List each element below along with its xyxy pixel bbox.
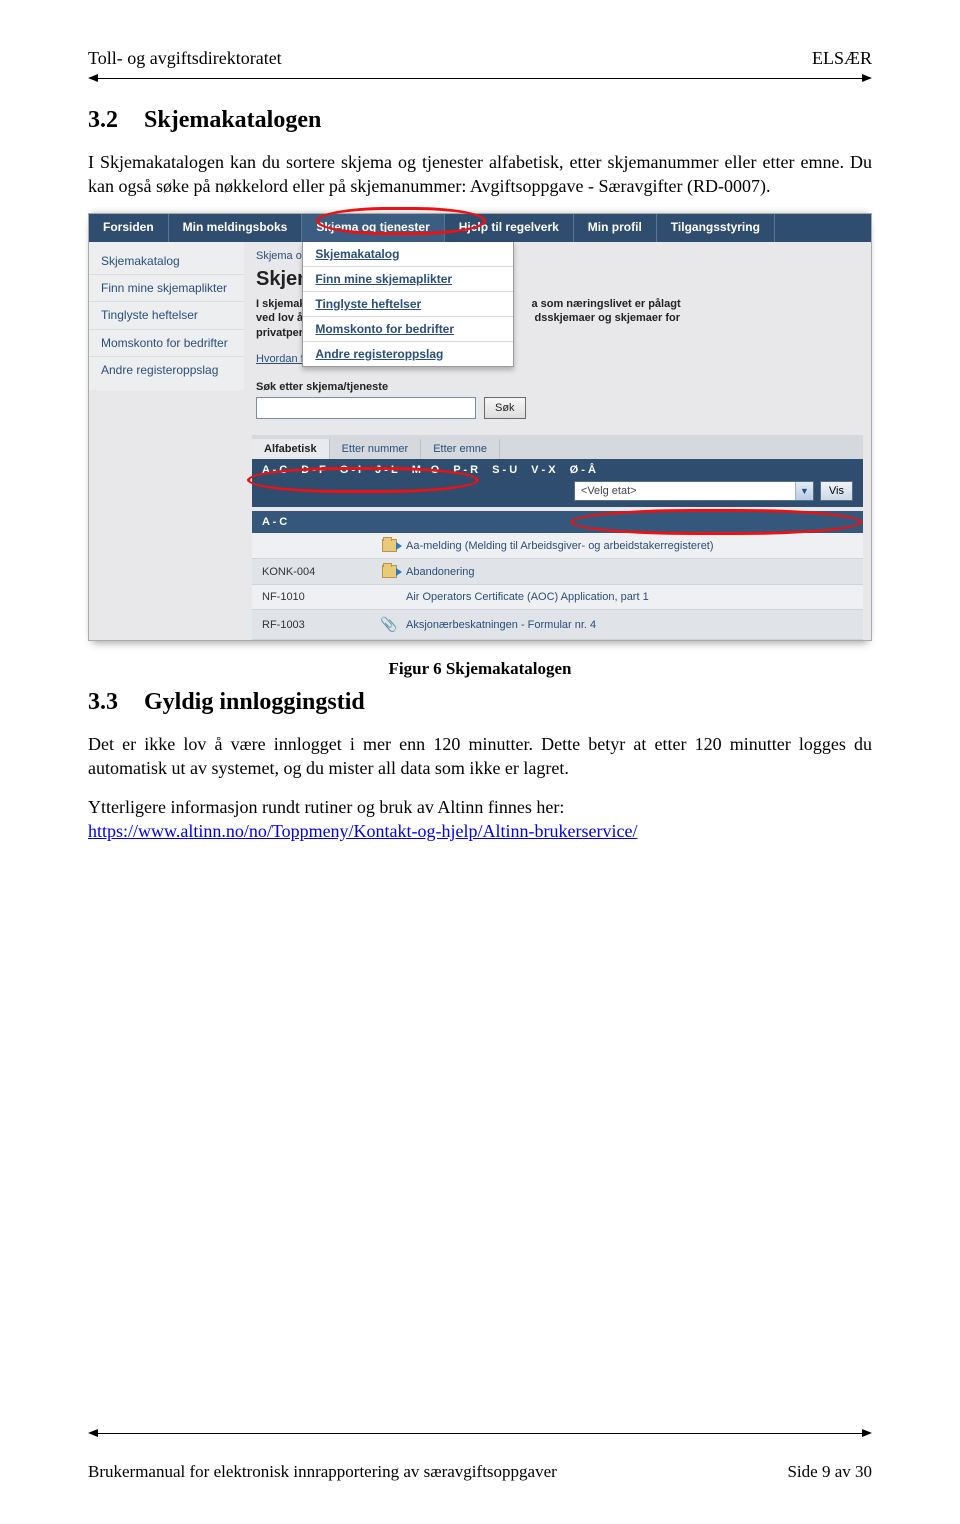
heading-title: Skjemakatalogen (144, 107, 321, 133)
heading-title: Gyldig innloggingstid (144, 689, 365, 715)
section-3-3-paragraph-1: Det er ikke lov å være innlogget i mer e… (88, 732, 872, 781)
sidebar-skjemakatalog[interactable]: Skjemakatalog (89, 248, 244, 275)
letter-df[interactable]: D - F (301, 464, 325, 476)
nav-forsiden[interactable]: Forsiden (89, 214, 169, 242)
nav-meldingsboks[interactable]: Min meldingsboks (169, 214, 303, 242)
heading-3-3: 3.3Gyldig innloggingstid (88, 689, 872, 716)
dropdown-tinglyste[interactable]: Tinglyste heftelser (303, 292, 513, 317)
section-3-3-paragraph-2: Ytterligere informasjon rundt rutiner og… (88, 795, 872, 819)
figure-caption: Figur 6 Skjemakatalogen (88, 659, 872, 679)
sidebar-andre[interactable]: Andre registeroppslag (89, 357, 244, 383)
letter-oa[interactable]: Ø - Å (570, 464, 596, 476)
folder-out-icon (372, 565, 406, 578)
row-code: NF-1010 (262, 591, 372, 603)
tab-etter-emne[interactable]: Etter emne (421, 439, 500, 459)
nav-hjelp[interactable]: Hjelp til regelverk (445, 214, 574, 242)
sidebar: Skjemakatalog Finn mine skjemaplikter Ti… (89, 242, 244, 390)
footer-rule (88, 1426, 872, 1440)
etat-select[interactable]: <Velg etat> ▼ (574, 481, 814, 501)
nav-skjema-label: Skjema og tjenester (316, 220, 429, 234)
table-row[interactable]: Aa-melding (Melding til Arbeidsgiver- og… (252, 533, 863, 559)
nav-tilgang[interactable]: Tilgangsstyring (657, 214, 775, 242)
row-desc: Aa-melding (Melding til Arbeidsgiver- og… (406, 540, 853, 552)
folder-out-icon (372, 539, 406, 552)
heading-number: 3.2 (88, 107, 144, 134)
header-right: ELSÆR (812, 48, 872, 69)
sidebar-tinglyste[interactable]: Tinglyste heftelser (89, 302, 244, 329)
nav-skjema-og-tjenester[interactable]: Skjema og tjenester Skjemakatalog Finn m… (302, 214, 444, 242)
table-row[interactable]: KONK-004 Abandonering (252, 559, 863, 585)
search-button[interactable]: Søk (484, 397, 526, 419)
doc-header: Toll- og avgiftsdirektoratet ELSÆR (88, 48, 872, 69)
letter-gi[interactable]: G - I (340, 464, 361, 476)
tab-alfabetisk[interactable]: Alfabetisk (252, 439, 330, 459)
dropdown-skjemakatalog[interactable]: Skjemakatalog (303, 242, 513, 267)
letter-ac[interactable]: A - C (262, 464, 287, 476)
table-row[interactable]: NF-1010 Air Operators Certificate (AOC) … (252, 585, 863, 610)
row-desc: Abandonering (406, 566, 853, 578)
row-desc: Aksjonærbeskatningen - Formular nr. 4 (406, 619, 853, 631)
screenshot: Forsiden Min meldingsboks Skjema og tjen… (88, 213, 872, 642)
letter-su[interactable]: S - U (492, 464, 517, 476)
altinn-link[interactable]: https://www.altinn.no/no/Toppmeny/Kontak… (88, 821, 637, 841)
row-code: KONK-004 (262, 566, 372, 578)
dropdown-andre[interactable]: Andre registeroppslag (303, 342, 513, 366)
chevron-down-icon: ▼ (795, 482, 813, 500)
top-nav: Forsiden Min meldingsboks Skjema og tjen… (89, 214, 871, 242)
nav-profil[interactable]: Min profil (574, 214, 657, 242)
dropdown-momskonto[interactable]: Momskonto for bedrifter (303, 317, 513, 342)
heading-number: 3.3 (88, 689, 144, 716)
letter-jl[interactable]: J - L (375, 464, 398, 476)
section-3-2-paragraph: I Skjemakatalogen kan du sortere skjema … (88, 150, 872, 199)
search-label: Søk etter skjema/tjeneste (256, 381, 863, 393)
sidebar-finn-mine[interactable]: Finn mine skjemaplikter (89, 275, 244, 302)
letter-pr[interactable]: P - R (453, 464, 478, 476)
heading-3-2: 3.2Skjemakatalogen (88, 107, 872, 134)
vis-button[interactable]: Vis (820, 481, 853, 501)
letter-vx[interactable]: V - X (531, 464, 555, 476)
group-header: A - C (252, 511, 863, 533)
footer-right: Side 9 av 30 (787, 1462, 872, 1482)
letter-bar: A - C D - F G - I J - L M - O P - R S - … (252, 459, 863, 481)
sidebar-momskonto[interactable]: Momskonto for bedrifter (89, 330, 244, 357)
result-rows: Aa-melding (Melding til Arbeidsgiver- og… (252, 533, 863, 640)
search-input[interactable] (256, 397, 476, 419)
header-rule (88, 71, 872, 85)
sort-tabs: Alfabetisk Etter nummer Etter emne (252, 435, 863, 459)
paperclip-icon: 📎 (372, 616, 406, 633)
header-left: Toll- og avgiftsdirektoratet (88, 48, 282, 69)
row-code: RF-1003 (262, 619, 372, 631)
letter-mo[interactable]: M - O (412, 464, 440, 476)
skjema-dropdown: Skjemakatalog Finn mine skjemaplikter Ti… (302, 242, 514, 367)
table-row[interactable]: RF-1003 📎 Aksjonærbeskatningen - Formula… (252, 610, 863, 640)
doc-footer: Brukermanual for elektronisk innrapporte… (88, 1424, 872, 1482)
tab-etter-nummer[interactable]: Etter nummer (330, 439, 422, 459)
row-desc: Air Operators Certificate (AOC) Applicat… (406, 591, 853, 603)
dropdown-finn-mine[interactable]: Finn mine skjemaplikter (303, 267, 513, 292)
etat-select-value: <Velg etat> (575, 485, 795, 497)
footer-left: Brukermanual for elektronisk innrapporte… (88, 1462, 557, 1482)
